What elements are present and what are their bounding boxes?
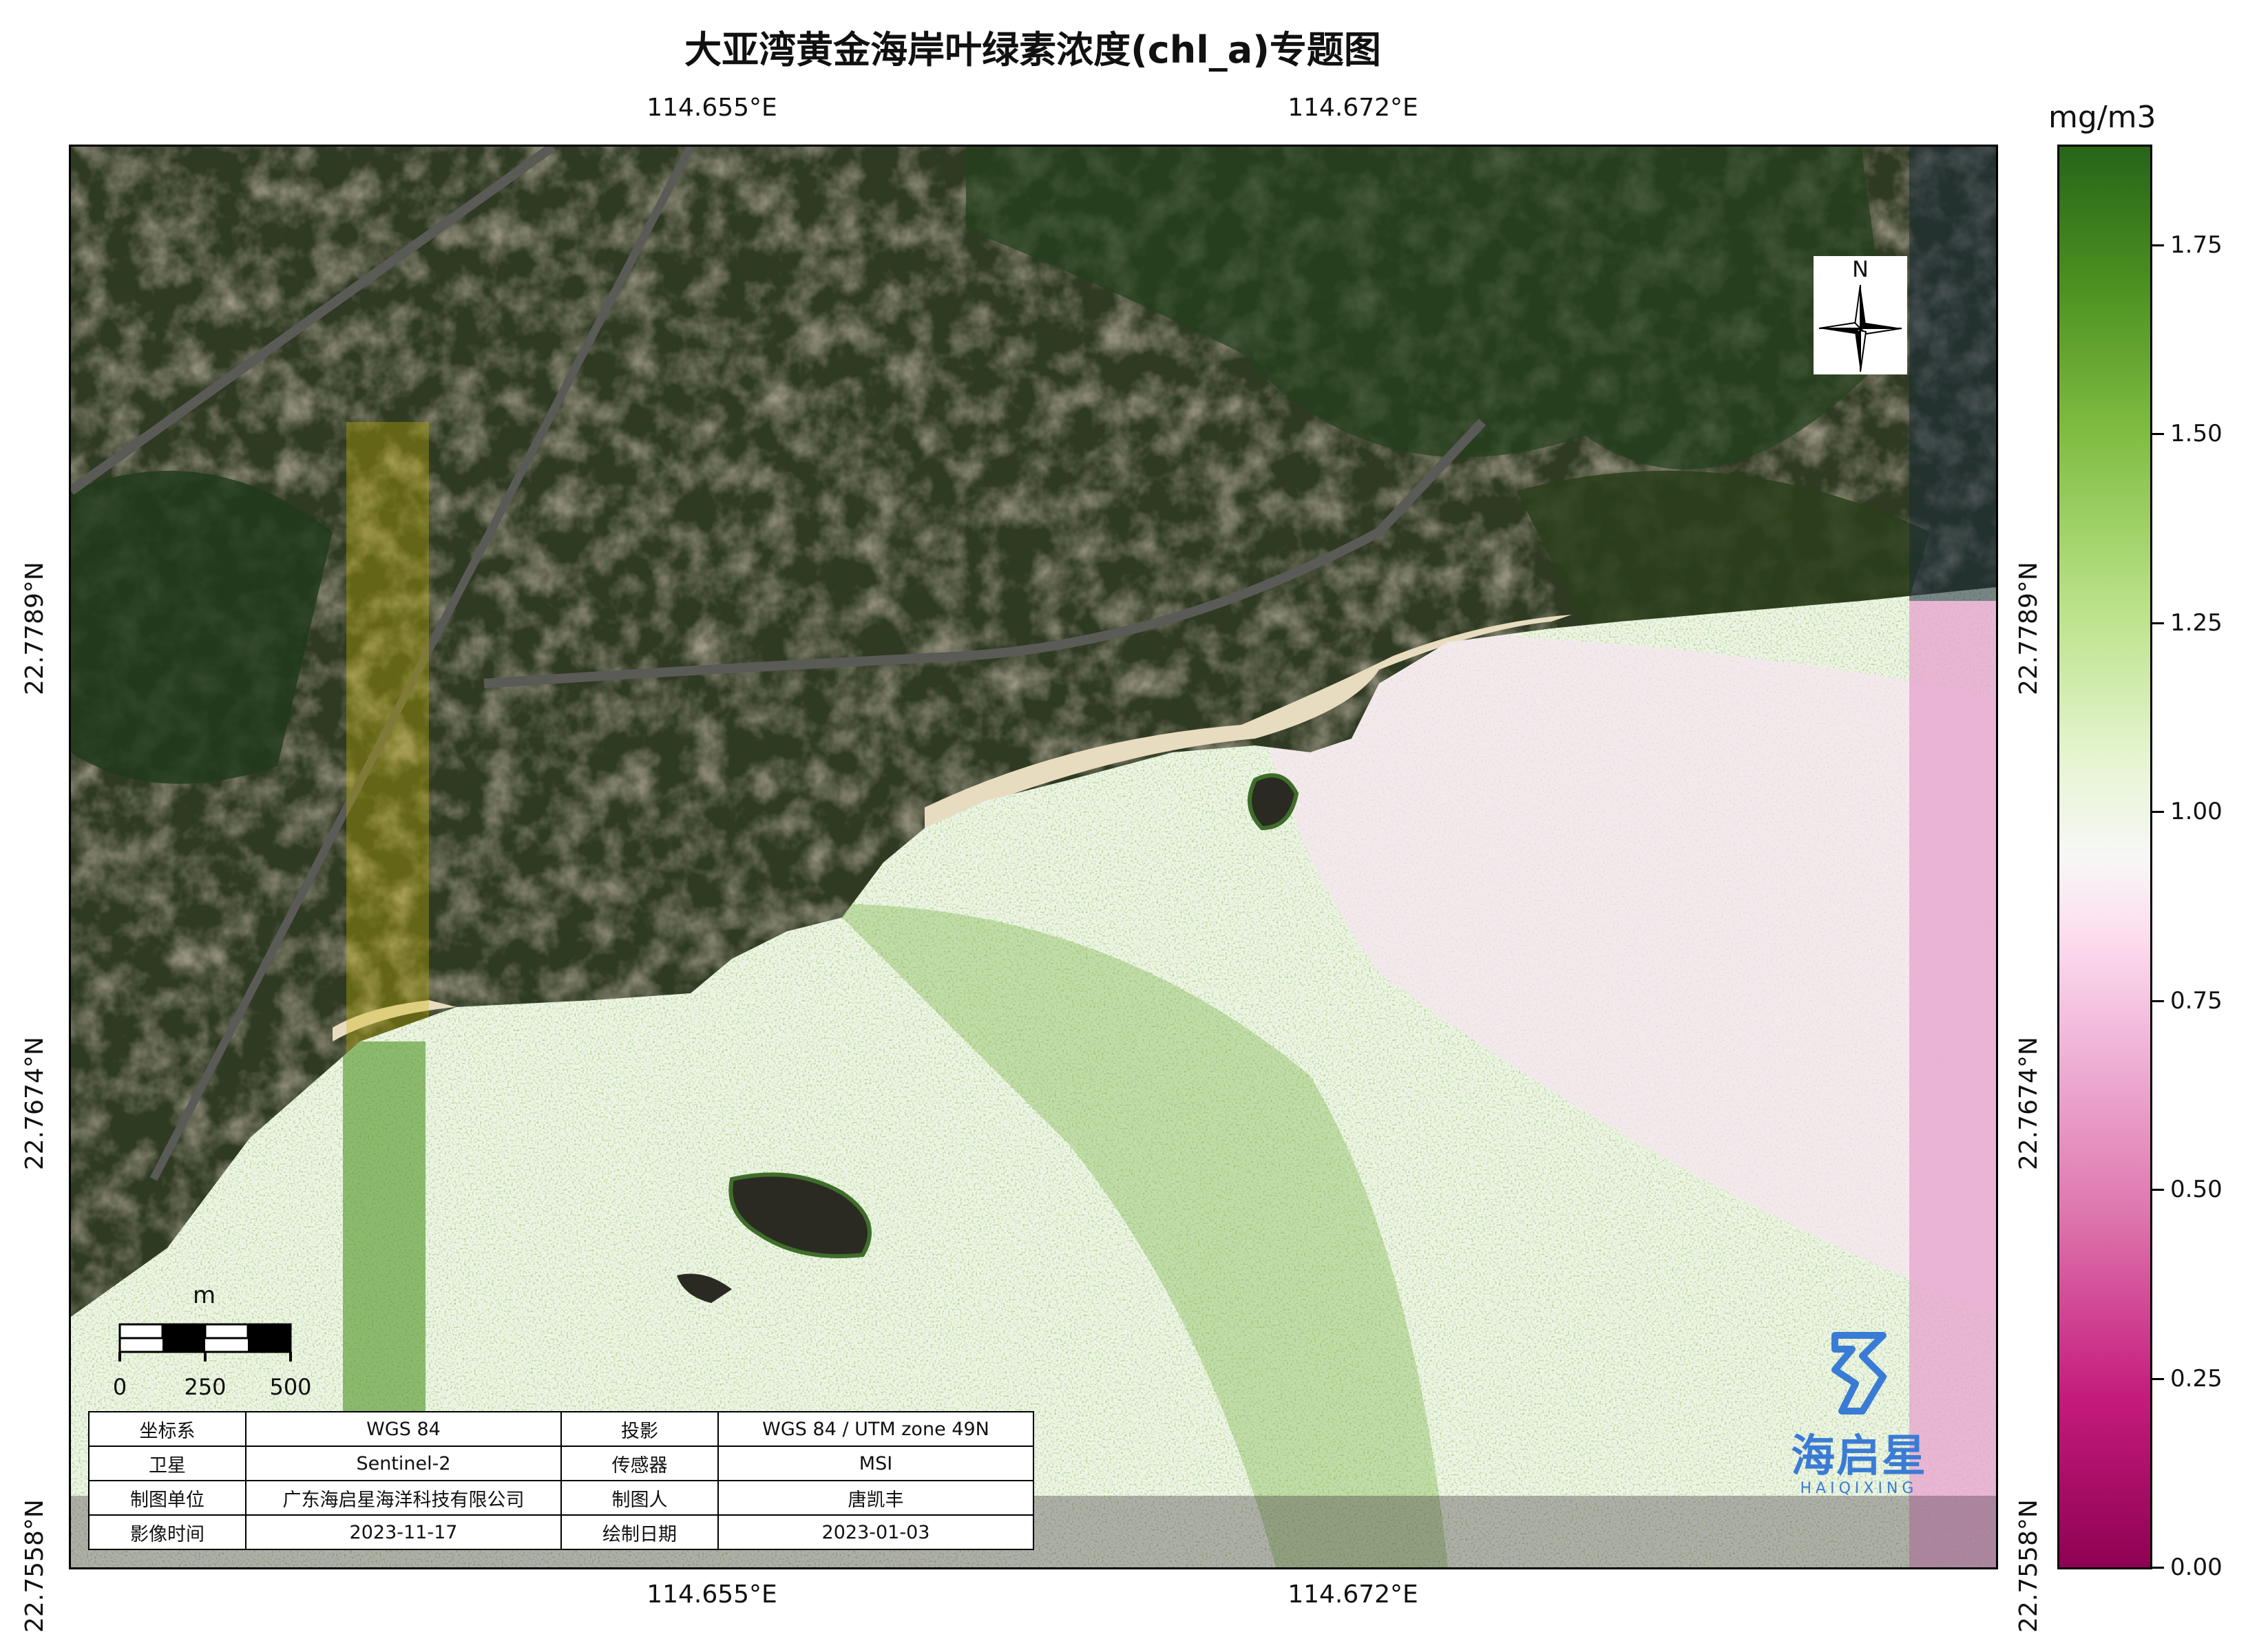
lat-tick-right-1: 22.7789°N	[2015, 562, 2043, 695]
lon-tick-bottom-1: 114.655°E	[647, 1580, 777, 1609]
colorbar-tick-label: 1.75	[2170, 231, 2223, 259]
scale-bar	[118, 1323, 292, 1362]
colorbar-tick-label: 1.00	[2170, 798, 2223, 826]
scale-label-250: 250	[184, 1374, 227, 1400]
colorbar-tick-label: 0.75	[2170, 986, 2223, 1015]
table-cell: 卫星	[88, 1446, 246, 1481]
haiqixing-logo: 海启星 HAIQIXING	[1787, 1328, 1931, 1497]
colorbar	[2057, 145, 2152, 1569]
colorbar-tick	[2150, 1377, 2164, 1380]
table-cell: 制图人	[560, 1480, 719, 1516]
lat-tick-left-3: 22.7558°N	[21, 1499, 49, 1633]
table-cell: 影像时间	[88, 1514, 246, 1550]
metadata-table: 坐标系 WGS 84 投影 WGS 84 / UTM zone 49N 卫星 S…	[88, 1411, 1034, 1550]
colorbar-tick-label: 1.25	[2170, 608, 2223, 637]
lon-tick-top-1: 114.655°E	[647, 94, 777, 122]
colorbar-tick-label: 1.50	[2170, 420, 2223, 448]
scale-label-500: 500	[269, 1374, 312, 1400]
colorbar-tick	[2150, 433, 2164, 436]
table-cell: 传感器	[560, 1446, 719, 1481]
colorbar-tick	[2150, 999, 2164, 1002]
colorbar-tick-label: 0.50	[2170, 1176, 2223, 1204]
lat-tick-right-2: 22.7674°N	[2015, 1037, 2043, 1170]
satellite-map[interactable]	[69, 145, 1998, 1569]
colorbar-unit: mg/m3	[2048, 100, 2156, 135]
map-title: 大亚湾黄金海岸叶绿素浓度(chl_a)专题图	[684, 28, 1381, 72]
table-cell: 制图单位	[88, 1480, 246, 1516]
haiqixing-logo-icon	[1831, 1332, 1887, 1415]
scale-bar-unit: m	[193, 1282, 216, 1309]
table-cell: 2023-11-17	[245, 1514, 562, 1550]
table-cell: Sentinel-2	[245, 1446, 562, 1481]
table-row: 影像时间 2023-11-17 绘制日期 2023-01-03	[88, 1514, 1034, 1550]
colorbar-tick	[2150, 622, 2164, 624]
table-cell: 唐凯丰	[717, 1480, 1034, 1516]
lat-tick-left-1: 22.7789°N	[21, 562, 49, 695]
table-cell: WGS 84	[245, 1411, 562, 1447]
lat-tick-left-2: 22.7674°N	[21, 1037, 49, 1170]
table-row: 制图单位 广东海启星海洋科技有限公司 制图人 唐凯丰	[88, 1480, 1034, 1516]
table-cell: 坐标系	[88, 1411, 246, 1447]
north-label: N	[1852, 256, 1869, 282]
colorbar-tick	[2150, 244, 2164, 246]
colorbar-tick-label: 0.00	[2170, 1554, 2223, 1581]
colorbar-tick	[2150, 1189, 2164, 1192]
logo-name-en: HAIQIXING	[1800, 1480, 1918, 1497]
colorbar-tick-label: 0.25	[2170, 1364, 2223, 1392]
table-row: 坐标系 WGS 84 投影 WGS 84 / UTM zone 49N	[88, 1411, 1034, 1447]
table-cell: 2023-01-03	[717, 1514, 1034, 1550]
table-cell: WGS 84 / UTM zone 49N	[717, 1411, 1034, 1447]
table-cell: 绘制日期	[560, 1514, 719, 1550]
table-cell: 广东海启星海洋科技有限公司	[245, 1480, 562, 1516]
scale-label-0: 0	[112, 1374, 127, 1400]
colorbar-tick	[2150, 811, 2164, 814]
lat-tick-right-3: 22.7558°N	[2015, 1499, 2043, 1633]
table-cell: MSI	[717, 1446, 1034, 1481]
logo-name: 海启星	[1791, 1431, 1927, 1482]
map-imagery	[71, 147, 1996, 1567]
lon-tick-top-2: 114.672°E	[1288, 94, 1418, 122]
table-cell: 投影	[560, 1411, 719, 1447]
colorbar-tick	[2150, 1567, 2164, 1569]
north-arrow: N	[1814, 256, 1907, 374]
table-row: 卫星 Sentinel-2 传感器 MSI	[88, 1446, 1034, 1481]
lon-tick-bottom-2: 114.672°E	[1288, 1580, 1418, 1609]
